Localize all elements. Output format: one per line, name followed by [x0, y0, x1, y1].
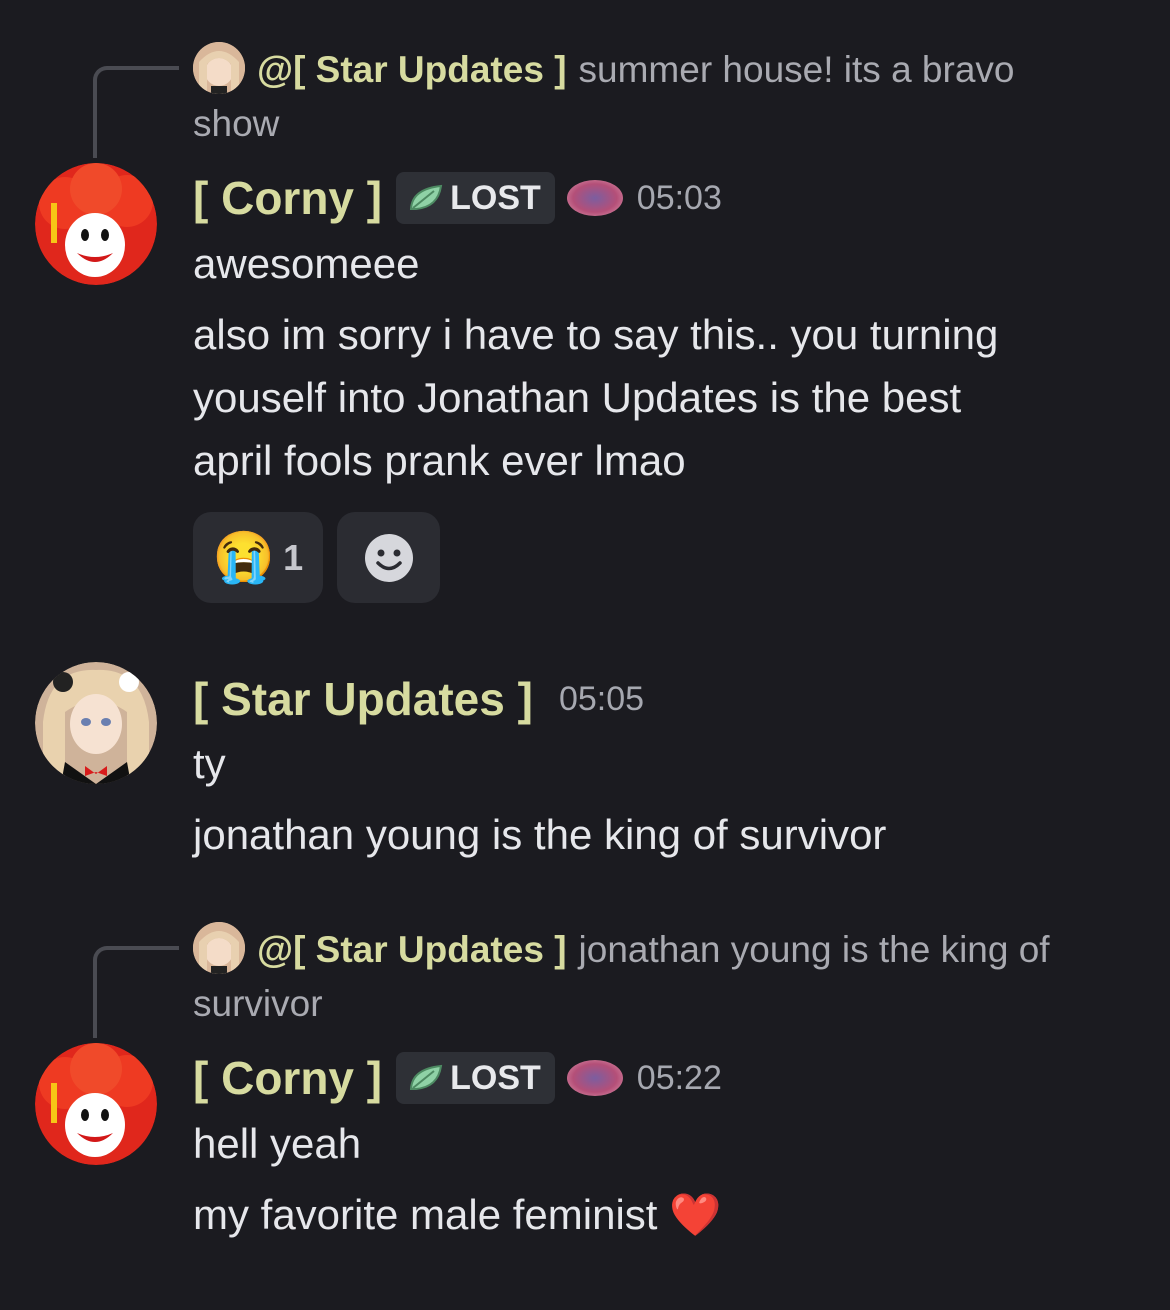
reaction-count: 1	[283, 536, 304, 578]
message-header: [ Corny ] LOST 05:03	[193, 166, 722, 230]
reply-text-cont: show	[193, 103, 280, 144]
reply-preview[interactable]: @[ Star Updates ] jonathan young is the k…	[193, 922, 1130, 1031]
message-line: youself into Jonathan Updates is the bes…	[193, 374, 962, 421]
message-line: april fools prank ever lmao	[193, 437, 686, 484]
server-badge-icon[interactable]	[566, 180, 623, 216]
smiley-icon	[364, 533, 413, 582]
message-line: awesomeee	[193, 240, 420, 287]
reply-connector	[93, 66, 179, 158]
reply-author[interactable]: @[ Star Updates ]	[257, 49, 567, 90]
guild-tag-label: LOST	[450, 1058, 541, 1097]
leaf-icon	[410, 184, 443, 210]
server-badge-icon[interactable]	[566, 1060, 623, 1096]
timestamp: 05:22	[636, 1058, 722, 1097]
avatar[interactable]	[35, 1043, 157, 1165]
username[interactable]: [ Corny ]	[193, 1051, 382, 1105]
message-line: also im sorry i have to say this.. you t…	[193, 311, 999, 358]
reply-preview[interactable]: @[ Star Updates ] summer house! its a bra…	[193, 42, 1130, 151]
add-reaction-button[interactable]	[337, 512, 440, 603]
guild-tag[interactable]: LOST	[396, 172, 555, 224]
leaf-icon	[410, 1064, 443, 1090]
guild-tag[interactable]: LOST	[396, 1052, 555, 1104]
username[interactable]: [ Star Updates ]	[193, 672, 533, 726]
message-header: [ Star Updates ] 05:05	[193, 667, 644, 731]
message-line: ty	[193, 740, 226, 787]
reply-avatar	[193, 42, 245, 94]
reply-text-cont: survivor	[193, 983, 323, 1024]
reaction-button[interactable]: 😭 1	[193, 512, 323, 603]
timestamp: 05:03	[636, 178, 722, 217]
message-line: hell yeah	[193, 1120, 362, 1167]
reply-text: jonathan young is the king of	[578, 929, 1050, 970]
guild-tag-label: LOST	[450, 178, 541, 217]
username[interactable]: [ Corny ]	[193, 171, 382, 225]
avatar[interactable]	[35, 662, 157, 784]
message-line: my favorite male feminist ❤️	[193, 1191, 722, 1238]
reply-text: summer house! its a bravo	[578, 49, 1015, 90]
message-line: jonathan young is the king of survivor	[193, 811, 887, 858]
reply-connector	[93, 946, 179, 1038]
message-header: [ Corny ] LOST 05:22	[193, 1046, 722, 1110]
reply-avatar	[193, 922, 245, 974]
reply-author[interactable]: @[ Star Updates ]	[257, 929, 567, 970]
avatar[interactable]	[35, 163, 157, 285]
loudly-crying-emoji: 😭	[212, 529, 276, 585]
timestamp: 05:05	[558, 679, 645, 718]
